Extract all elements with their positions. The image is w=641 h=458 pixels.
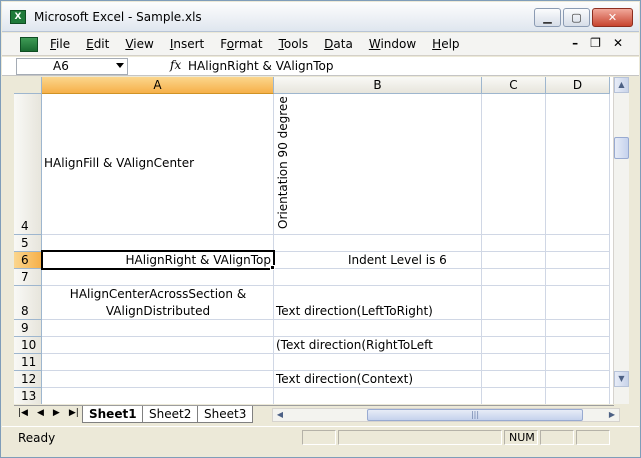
- fill-handle[interactable]: [270, 265, 275, 270]
- close-button[interactable]: ✕: [592, 8, 633, 27]
- grid-line: [273, 94, 274, 404]
- sheet-tab-3[interactable]: Sheet3: [197, 406, 254, 423]
- cell-a8-line1[interactable]: HAlignCenterAcrossSection &: [43, 287, 273, 301]
- window-title: Microsoft Excel - Sample.xls: [34, 10, 202, 24]
- grid-line: [609, 94, 610, 404]
- grid-line: [42, 387, 610, 388]
- row-header-8[interactable]: 8: [14, 286, 42, 320]
- grid-line: [42, 336, 610, 337]
- formula-bar: A6 fx HAlignRight & VAlignTop: [2, 57, 639, 76]
- doc-minimize-icon[interactable]: –: [572, 36, 578, 50]
- scroll-left-icon[interactable]: ◀: [273, 409, 287, 421]
- row-header-6[interactable]: 6: [14, 252, 42, 269]
- grid-line: [481, 94, 482, 404]
- status-panel: [338, 430, 502, 445]
- cell-b6[interactable]: Indent Level is 6: [348, 253, 447, 267]
- scroll-up-icon[interactable]: ▲: [614, 77, 629, 93]
- minimize-button[interactable]: ▁: [534, 8, 561, 27]
- formula-input[interactable]: HAlignRight & VAlignTop: [188, 59, 334, 73]
- grid-line: [42, 319, 610, 320]
- sheet-tab-1[interactable]: Sheet1: [82, 406, 144, 423]
- row-header-13[interactable]: 13: [14, 388, 42, 404]
- excel-app-icon[interactable]: X: [10, 10, 26, 24]
- menu-data[interactable]: Data: [324, 37, 353, 51]
- workbook-icon[interactable]: [20, 37, 38, 52]
- excel-window: X Microsoft Excel - Sample.xls ▁ ▢ ✕ Fil…: [0, 0, 641, 458]
- status-panel: [540, 430, 574, 445]
- first-sheet-icon[interactable]: |◀: [18, 408, 28, 418]
- grid-line: [42, 353, 610, 354]
- status-num: NUM: [504, 430, 538, 445]
- row-header-4[interactable]: 4: [14, 94, 42, 235]
- grid-line: [42, 285, 610, 286]
- menu-view[interactable]: View: [125, 37, 153, 51]
- horizontal-scrollbar[interactable]: ◀ ||| ▶: [272, 408, 620, 422]
- last-sheet-icon[interactable]: ▶|: [69, 408, 79, 418]
- row-header-11[interactable]: 11: [14, 354, 42, 371]
- cell-a4[interactable]: HAlignFill & VAlignCenter: [44, 156, 194, 170]
- grid-line: [42, 234, 610, 235]
- insert-function-icon[interactable]: fx: [170, 58, 181, 72]
- status-panel: [302, 430, 336, 445]
- doc-close-icon[interactable]: ✕: [613, 36, 623, 50]
- cell-a8-line2[interactable]: VAlignDistributed: [43, 304, 273, 318]
- row-header-7[interactable]: 7: [14, 269, 42, 286]
- status-panel: [576, 430, 610, 445]
- row-header-12[interactable]: 12: [14, 371, 42, 388]
- menu-help[interactable]: Help: [432, 37, 459, 51]
- selection-box: [41, 250, 275, 270]
- menu-edit[interactable]: Edit: [86, 37, 109, 51]
- row-header-10[interactable]: 10: [14, 337, 42, 354]
- horizontal-scroll-thumb[interactable]: |||: [367, 409, 583, 421]
- row-header-5[interactable]: 5: [14, 235, 42, 252]
- cell-b10[interactable]: (Text direction(RightToLeft: [276, 338, 433, 352]
- vertical-scrollbar[interactable]: ▲ ▼: [613, 77, 629, 404]
- maximize-button[interactable]: ▢: [563, 8, 590, 27]
- title-bar[interactable]: X Microsoft Excel - Sample.xls ▁ ▢ ✕: [2, 2, 639, 32]
- sheet-tab-bar: |◀ ◀ ▶ ▶| Sheet1 Sheet2 Sheet3 ◀ ||| ▶: [14, 405, 620, 423]
- name-box[interactable]: A6: [16, 58, 128, 75]
- doc-restore-icon[interactable]: ❐: [590, 36, 601, 50]
- column-header-a[interactable]: A: [42, 77, 274, 94]
- menu-window[interactable]: Window: [369, 37, 416, 51]
- column-header-b[interactable]: B: [274, 77, 482, 94]
- column-header-d[interactable]: D: [546, 77, 610, 94]
- vertical-scroll-thumb[interactable]: [614, 137, 629, 159]
- scroll-down-icon[interactable]: ▼: [614, 371, 629, 387]
- cell-b12[interactable]: Text direction(Context): [276, 372, 413, 386]
- status-ready: Ready: [18, 431, 56, 445]
- menu-format[interactable]: Format: [220, 37, 262, 51]
- select-all-corner[interactable]: [14, 77, 42, 94]
- sheet-tab-2[interactable]: Sheet2: [142, 406, 199, 423]
- grid-line: [545, 94, 546, 404]
- prev-sheet-icon[interactable]: ◀: [37, 408, 44, 418]
- next-sheet-icon[interactable]: ▶: [53, 408, 60, 418]
- worksheet-grid[interactable]: A B C D 4 5 6 7 8 9 10 11 12 13 HAlignFi…: [14, 77, 626, 404]
- column-header-c[interactable]: C: [482, 77, 546, 94]
- cell-b4[interactable]: Orientation 90 degree: [276, 96, 290, 229]
- menu-insert[interactable]: Insert: [170, 37, 204, 51]
- menu-tools[interactable]: Tools: [279, 37, 309, 51]
- cell-b8[interactable]: Text direction(LeftToRight): [276, 304, 433, 318]
- status-bar: Ready NUM: [2, 426, 639, 446]
- row-header-9[interactable]: 9: [14, 320, 42, 337]
- scroll-right-icon[interactable]: ▶: [605, 409, 619, 421]
- name-box-dropdown-icon[interactable]: [116, 63, 124, 68]
- grid-line: [42, 370, 610, 371]
- menu-file[interactable]: File: [50, 37, 70, 51]
- menu-bar: File Edit View Insert Format Tools Data Window H…: [2, 33, 639, 56]
